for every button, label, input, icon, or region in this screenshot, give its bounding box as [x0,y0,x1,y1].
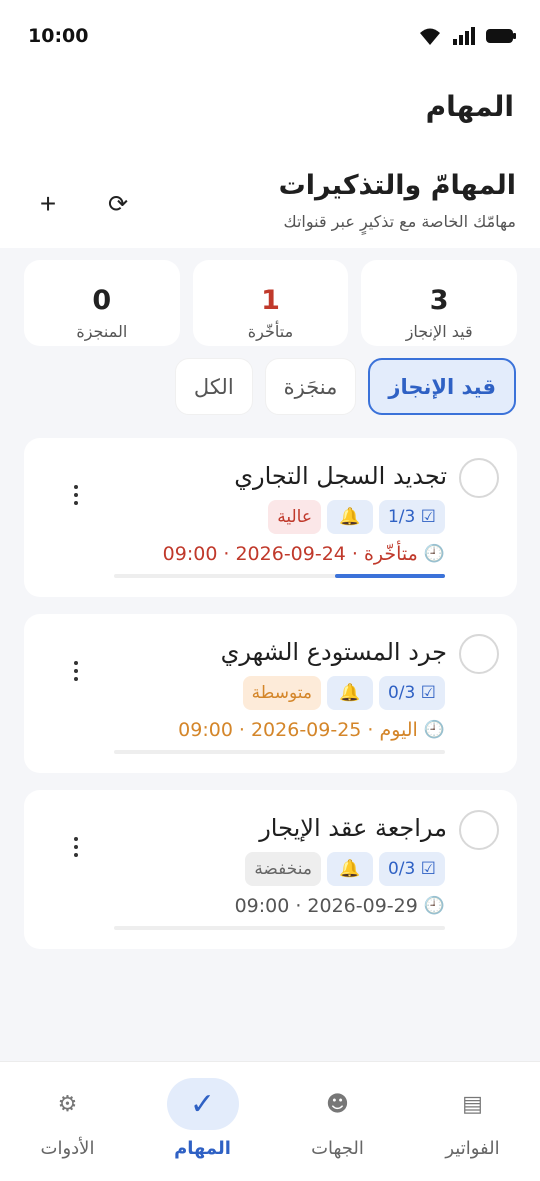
task-badges: ☑ 0/3 🔔 متوسطة [242,676,445,710]
bell-icon: 🔔 [326,500,373,534]
task-title: جرد المستودع الشهري [220,638,447,666]
task-meta: 🕘 اليوم · 2026-09-25 · 09:00 [178,719,445,741]
wifi-icon [418,26,442,46]
nav-item-tasks[interactable]: ✓ المهام [135,1062,270,1181]
bottom-nav: ▤ الفواتير ☻ الجهات ✓ المهام ⚙ الأدوات [0,1061,540,1181]
task-checkbox[interactable] [459,810,499,850]
page-subtitle: مهامّك الخاصة مع تذكيرٍ عبر قنواتك [283,212,516,231]
stat-in-progress[interactable]: 3 قيد الإنجاز [361,260,517,346]
priority-badge: منخفضة [245,852,321,886]
stat-label: قيد الإنجاز [405,322,473,341]
nav-item-contacts[interactable]: ☻ الجهات [270,1062,405,1181]
more-options-icon[interactable] [66,482,86,508]
clock-icon: 🕘 [423,544,445,564]
task-status: متأخّرة [363,543,418,565]
task-date: 2026-09-24 [235,543,346,565]
separator: · [351,543,358,565]
task-checkbox[interactable] [459,458,499,498]
battery-icon [486,28,516,44]
task-progress-fill [334,574,445,578]
nav-label: الفواتير [445,1138,500,1159]
nav-item-invoices[interactable]: ▤ الفواتير [405,1062,540,1181]
task-meta: 🕘 متأخّرة · 2026-09-24 · 09:00 [163,543,445,565]
page-title: المهامّ والتذكيرات [278,170,516,201]
task-card[interactable]: جرد المستودع الشهري ☑ 0/3 🔔 متوسطة 🕘 الي… [24,614,517,773]
task-progress [114,750,445,754]
stat-completed[interactable]: 0 المنجزة [23,260,180,346]
task-badges: ☑ 1/3 🔔 عالية [268,500,445,534]
app-bar-title: المهام [425,90,514,123]
task-meta: 🕘 2026-09-29 · 09:00 [235,895,445,917]
nav-label: الجهات [311,1138,364,1159]
task-progress [114,574,445,578]
refresh-icon: ⟳ [107,190,129,218]
task-card[interactable]: تجديد السجل التجاري ☑ 1/3 🔔 عالية 🕘 متأخ… [24,438,517,597]
clock-icon: 🕘 [423,896,445,916]
more-options-icon[interactable] [66,834,86,860]
priority-badge: عالية [268,500,321,534]
task-date: 2026-09-25 [250,719,362,741]
check-icon: ✓ [166,1078,239,1130]
filter-completed[interactable]: منجَزة [264,358,357,415]
task-title: تجديد السجل التجاري [234,462,447,490]
more-options-icon[interactable] [66,658,86,684]
status-icons [418,26,516,46]
stat-label: متأخّرة [247,322,294,341]
separator: · [295,895,302,917]
stats-row: 3 قيد الإنجاز 1 متأخّرة 0 المنجزة [23,260,517,346]
task-progress [114,926,445,930]
task-card[interactable]: مراجعة عقد الإيجار ☑ 0/3 🔔 منخفضة 🕘 2026… [24,790,517,949]
separator: · [238,719,245,741]
bell-icon: 🔔 [326,852,373,886]
task-checkbox[interactable] [459,634,499,674]
nav-label: المهام [174,1138,231,1159]
task-time: 09:00 [234,895,290,917]
task-title: مراجعة عقد الإيجار [259,814,447,842]
bell-icon: 🔔 [326,676,373,710]
task-time: 09:00 [178,719,233,741]
refresh-button[interactable]: ⟳ [98,184,138,224]
filter-in-progress[interactable]: قيد الإنجاز [368,358,516,415]
separator: · [223,543,230,565]
contacts-icon: ☻ [326,1091,349,1117]
stat-value: 3 [429,285,449,316]
subtasks-badge: ☑ 1/3 [378,500,445,534]
add-task-button[interactable]: + [28,184,68,224]
clock-icon: 🕘 [423,720,445,740]
stat-value: 1 [261,285,280,316]
tasks-screen: 10:00 المهام المهامّ والتذكيرات مهامّك ا… [0,0,540,1181]
status-bar: 10:00 [0,0,540,72]
task-status: اليوم [379,719,418,741]
priority-badge: متوسطة [242,676,321,710]
plus-icon: + [39,188,57,219]
filter-chips: قيد الإنجاز منجَزة الكل [174,358,516,415]
stat-value: 0 [92,285,112,316]
filter-all[interactable]: الكل [174,358,253,415]
task-time: 09:00 [162,543,218,565]
content-area: 3 قيد الإنجاز 1 متأخّرة 0 المنجزة قيد ال… [0,248,540,1061]
subtasks-badge: ☑ 0/3 [378,676,445,710]
nav-item-tools[interactable]: ⚙ الأدوات [0,1062,135,1181]
gear-icon: ⚙ [57,1091,78,1117]
stat-overdue[interactable]: 1 متأخّرة [192,260,349,346]
invoice-icon: ▤ [462,1091,483,1117]
app-bar: المهام [0,80,540,140]
separator: · [367,719,374,741]
page-header: المهامّ والتذكيرات مهامّك الخاصة مع تذكي… [0,160,540,248]
subtasks-badge: ☑ 0/3 [378,852,445,886]
nav-label: الأدوات [40,1138,95,1159]
signal-icon [452,27,476,45]
stat-label: المنجزة [76,322,128,341]
task-date: 2026-09-29 [307,895,418,917]
task-badges: ☑ 0/3 🔔 منخفضة [245,852,445,886]
status-time: 10:00 [28,25,89,47]
